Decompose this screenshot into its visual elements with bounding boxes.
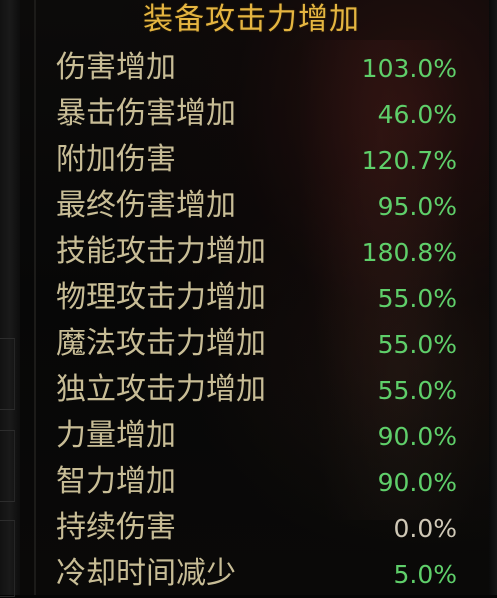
stat-value: 55.0% xyxy=(377,330,457,359)
stat-label: 物理攻击力增加 xyxy=(56,280,266,315)
stat-value: 55.0% xyxy=(377,376,457,405)
stat-row-skill-attack-increase: 技能攻击力增加 180.8% xyxy=(0,230,497,276)
stat-row-damage-over-time: 持续伤害 0.0% xyxy=(0,506,497,552)
stat-label: 智力增加 xyxy=(56,464,176,499)
stat-label: 暴击伤害增加 xyxy=(56,96,236,131)
stat-row-intelligence-increase: 智力增加 90.0% xyxy=(0,460,497,506)
stat-row-final-damage-increase: 最终伤害增加 95.0% xyxy=(0,184,497,230)
stat-label: 魔法攻击力增加 xyxy=(56,326,266,361)
stat-label: 伤害增加 xyxy=(56,50,176,85)
stat-value: 90.0% xyxy=(377,468,457,497)
stat-label: 冷却时间减少 xyxy=(56,556,236,591)
panel-title-text: 装备攻击力增加 xyxy=(143,2,360,37)
stat-value: 55.0% xyxy=(377,284,457,313)
panel-title: 装备攻击力增加 xyxy=(0,0,497,42)
stat-row-cooldown-reduction: 冷却时间减少 5.0% xyxy=(0,552,497,598)
stat-row-strength-increase: 力量增加 90.0% xyxy=(0,414,497,460)
stat-value: 95.0% xyxy=(377,192,457,221)
stat-value: 90.0% xyxy=(377,422,457,451)
stat-value: 103.0% xyxy=(361,54,457,83)
stat-value: 180.8% xyxy=(361,238,457,267)
stat-label: 最终伤害增加 xyxy=(56,188,236,223)
stat-value: 46.0% xyxy=(377,100,457,129)
stat-label: 独立攻击力增加 xyxy=(56,372,266,407)
stat-label: 力量增加 xyxy=(56,418,176,453)
stat-label: 附加伤害 xyxy=(56,142,176,177)
stat-label: 技能攻击力增加 xyxy=(56,234,266,269)
stat-row-crit-damage-increase: 暴击伤害增加 46.0% xyxy=(0,92,497,138)
stat-row-physical-attack-increase: 物理攻击力增加 55.0% xyxy=(0,276,497,322)
stat-value: 120.7% xyxy=(361,146,457,175)
stat-row-additional-damage: 附加伤害 120.7% xyxy=(0,138,497,184)
stat-row-magic-attack-increase: 魔法攻击力增加 55.0% xyxy=(0,322,497,368)
stat-value: 0.0% xyxy=(393,514,457,543)
stat-row-independent-attack-increase: 独立攻击力增加 55.0% xyxy=(0,368,497,414)
stat-value: 5.0% xyxy=(393,560,457,589)
stat-row-damage-increase: 伤害增加 103.0% xyxy=(0,46,497,92)
stat-label: 持续伤害 xyxy=(56,510,176,545)
equipment-attack-panel: 装备攻击力增加 伤害增加 103.0% 暴击伤害增加 46.0% 附加伤害 12… xyxy=(0,0,497,598)
